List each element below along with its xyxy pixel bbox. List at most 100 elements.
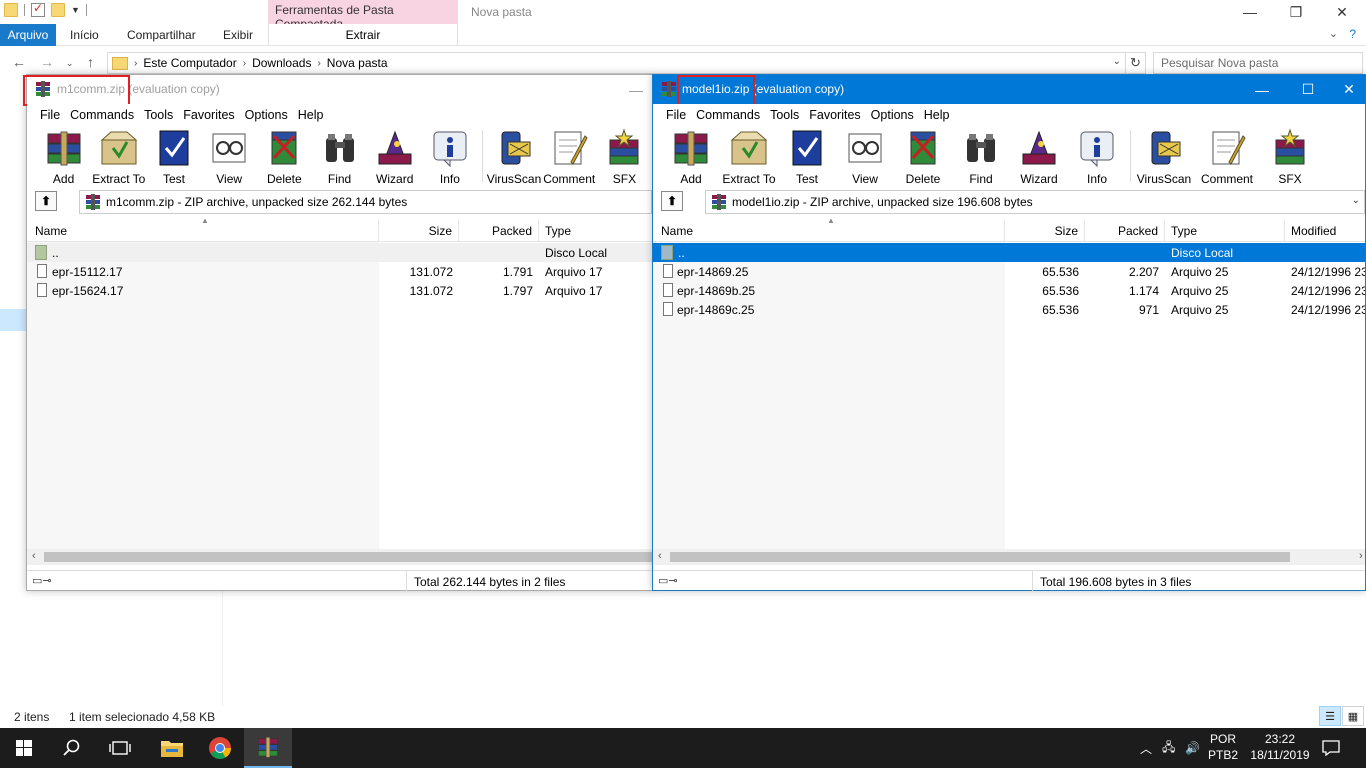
menu-favorites[interactable]: Favorites xyxy=(178,108,239,122)
parent-folder-row[interactable]: .. Disco Local xyxy=(27,243,652,262)
column-header-size[interactable]: Size xyxy=(1005,219,1085,242)
sfx-button[interactable]: SFX xyxy=(597,126,652,186)
search-input[interactable]: Pesquisar Nova pasta xyxy=(1153,52,1363,74)
wizard-button[interactable]: Wizard xyxy=(1010,126,1068,186)
menu-options[interactable]: Options xyxy=(866,108,919,122)
scrollbar-thumb[interactable] xyxy=(44,552,654,562)
menu-commands[interactable]: Commands xyxy=(691,108,765,122)
breadcrumb-chevron-icon[interactable]: › xyxy=(243,58,246,69)
column-header-type[interactable]: Type xyxy=(539,219,652,242)
scroll-left-icon[interactable]: ‹ xyxy=(32,550,36,562)
menu-favorites[interactable]: Favorites xyxy=(804,108,865,122)
info-button[interactable]: Info xyxy=(422,126,477,186)
help-icon[interactable]: ? xyxy=(1349,27,1356,41)
menu-tools[interactable]: Tools xyxy=(139,108,178,122)
virusscan-button[interactable]: VirusScan xyxy=(486,126,541,186)
column-header-packed[interactable]: Packed xyxy=(459,219,539,242)
test-button[interactable]: Test xyxy=(146,126,201,186)
close-button[interactable]: ✕ xyxy=(1319,0,1365,24)
table-row[interactable]: epr-14869b.25 65.536 1.174 Arquivo 25 24… xyxy=(653,281,1365,300)
table-row[interactable]: epr-15112.17 131.072 1.791 Arquivo 17 xyxy=(27,262,652,281)
archive-path-field[interactable]: m1comm.zip - ZIP archive, unpacked size … xyxy=(79,190,652,214)
breadcrumb-chevron-icon[interactable]: › xyxy=(134,58,137,69)
comment-button[interactable]: Comment xyxy=(1193,126,1261,186)
delete-button[interactable]: Delete xyxy=(257,126,312,186)
up-folder-icon[interactable]: ⬆ xyxy=(35,191,57,211)
column-header-packed[interactable]: Packed xyxy=(1085,219,1165,242)
column-header-size[interactable]: Size xyxy=(379,219,459,242)
extract-to-button[interactable]: Extract To xyxy=(720,126,778,186)
archive-path-field[interactable]: model1io.zip - ZIP archive, unpacked siz… xyxy=(705,190,1365,214)
taskbar-chrome[interactable] xyxy=(196,728,244,768)
properties-icon[interactable] xyxy=(31,1,45,17)
volume-icon[interactable]: 🔊 xyxy=(1185,741,1200,755)
breadcrumb-item[interactable]: Nova pasta xyxy=(327,56,388,70)
scroll-left-icon[interactable]: ‹ xyxy=(658,550,662,562)
breadcrumb-item[interactable]: Este Computador xyxy=(143,56,236,70)
menu-help[interactable]: Help xyxy=(293,108,329,122)
sfx-button[interactable]: SFX xyxy=(1261,126,1319,186)
delete-button[interactable]: Delete xyxy=(894,126,952,186)
virusscan-button[interactable]: VirusScan xyxy=(1135,126,1193,186)
details-view-icon[interactable]: ☰ xyxy=(1319,706,1341,726)
nav-selected-item[interactable] xyxy=(0,309,26,331)
refresh-icon[interactable]: ↻ xyxy=(1126,52,1146,74)
search-button[interactable] xyxy=(48,728,96,768)
tab-inicio[interactable]: Início xyxy=(70,24,99,46)
column-header-modified[interactable]: Modified xyxy=(1285,219,1365,242)
breadcrumb-item[interactable]: Downloads xyxy=(252,56,311,70)
view-button[interactable]: View xyxy=(202,126,257,186)
info-button[interactable]: Info xyxy=(1068,126,1126,186)
chevron-up-icon[interactable]: ︿ xyxy=(1140,740,1152,757)
address-bar[interactable]: › Este Computador › Downloads › Nova pas… xyxy=(107,52,1126,74)
test-button[interactable]: Test xyxy=(778,126,836,186)
notification-button[interactable] xyxy=(1322,728,1340,768)
add-button[interactable]: Add xyxy=(662,126,720,186)
menu-tools[interactable]: Tools xyxy=(765,108,804,122)
horizontal-scrollbar[interactable]: ‹ › xyxy=(653,549,1365,565)
table-row[interactable]: epr-14869.25 65.536 2.207 Arquivo 25 24/… xyxy=(653,262,1365,281)
maximize-button[interactable]: ☐ xyxy=(1285,75,1331,104)
find-button[interactable]: Find xyxy=(312,126,367,186)
back-icon[interactable]: ← xyxy=(12,54,26,70)
wizard-button[interactable]: Wizard xyxy=(367,126,422,186)
extract-to-button[interactable]: Extract To xyxy=(91,126,146,186)
breadcrumb-chevron-icon[interactable]: › xyxy=(317,58,320,69)
table-row[interactable]: epr-15624.17 131.072 1.797 Arquivo 17 xyxy=(27,281,652,300)
forward-icon[interactable]: → xyxy=(40,54,54,70)
parent-folder-row[interactable]: .. Disco Local xyxy=(653,243,1365,262)
up-folder-icon[interactable]: ⬆ xyxy=(661,191,683,211)
menu-commands[interactable]: Commands xyxy=(65,108,139,122)
tab-exibir[interactable]: Exibir xyxy=(223,24,253,46)
find-button[interactable]: Find xyxy=(952,126,1010,186)
comment-button[interactable]: Comment xyxy=(542,126,597,186)
view-button[interactable]: View xyxy=(836,126,894,186)
column-header-name[interactable]: Name ▲ xyxy=(653,219,1005,242)
up-icon[interactable]: ↑ xyxy=(87,54,94,70)
column-header-name[interactable]: Name ▲ xyxy=(27,219,379,242)
minimize-button[interactable]: — xyxy=(1239,75,1285,104)
input-language[interactable]: POR PTB2 xyxy=(1208,731,1238,763)
tab-compartilhar[interactable]: Compartilhar xyxy=(127,24,196,46)
ribbon-expand-icon[interactable]: ⌄ xyxy=(1329,27,1338,40)
scroll-right-icon[interactable]: › xyxy=(1359,550,1363,562)
network-icon[interactable]: 🖧 xyxy=(1162,738,1175,759)
close-button[interactable]: ✕ xyxy=(1331,75,1366,104)
clock[interactable]: 23:22 18/11/2019 xyxy=(1240,731,1320,763)
minimize-button[interactable]: — xyxy=(1227,0,1273,24)
chevron-down-icon[interactable]: ⌄ xyxy=(1113,56,1121,67)
chevron-down-icon[interactable]: ⌄ xyxy=(1352,195,1360,206)
new-folder-icon[interactable] xyxy=(51,3,65,17)
scrollbar-thumb[interactable] xyxy=(670,552,1290,562)
menu-options[interactable]: Options xyxy=(240,108,293,122)
tab-extrair[interactable]: Extrair xyxy=(268,24,458,46)
taskbar-file-explorer[interactable] xyxy=(148,728,196,768)
column-header-type[interactable]: Type xyxy=(1165,219,1285,242)
table-row[interactable]: epr-14869c.25 65.536 971 Arquivo 25 24/1… xyxy=(653,300,1365,319)
horizontal-scrollbar[interactable]: ‹ xyxy=(27,549,654,565)
taskbar-winrar[interactable] xyxy=(244,728,292,768)
restore-button[interactable]: ❐ xyxy=(1273,0,1319,24)
recent-dropdown-icon[interactable]: ⌄ xyxy=(66,58,74,69)
menu-file[interactable]: File xyxy=(35,108,65,122)
large-icons-view-icon[interactable]: ▦ xyxy=(1342,706,1364,726)
